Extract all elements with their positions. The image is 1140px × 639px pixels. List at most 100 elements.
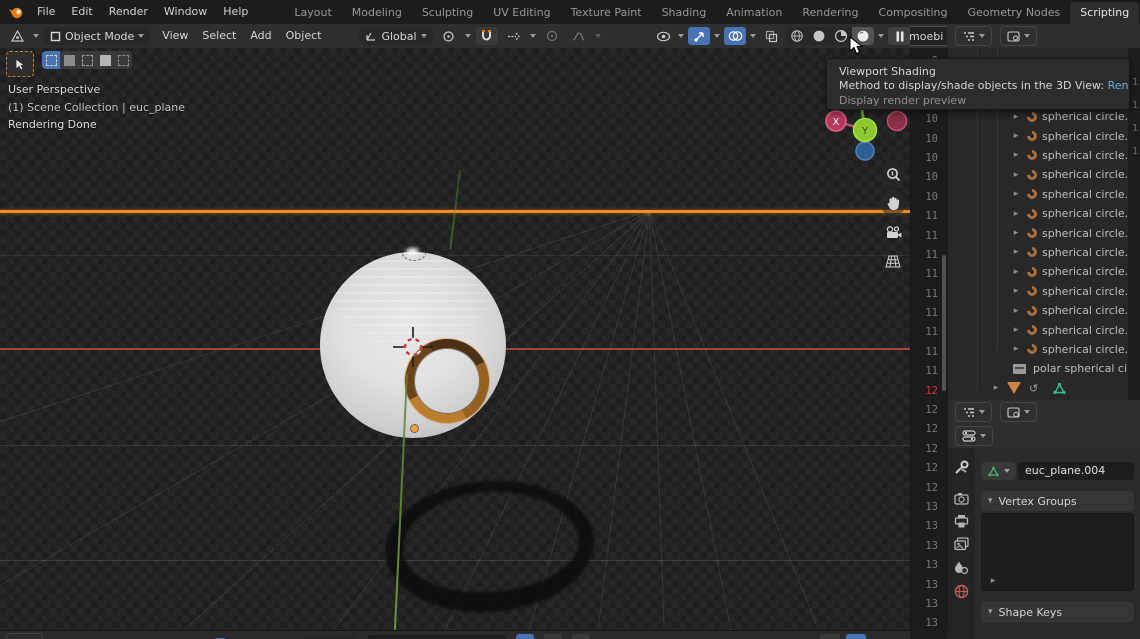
disclosure-arrow[interactable]: ▸ bbox=[1011, 189, 1021, 199]
chevron-down-icon[interactable] bbox=[714, 34, 720, 38]
object-visibility-button[interactable] bbox=[652, 27, 674, 45]
tab-uv-editing[interactable]: UV Editing bbox=[483, 2, 560, 24]
vertex-groups-list[interactable]: ▸ bbox=[981, 513, 1134, 591]
disclosure-arrow[interactable]: ▸ bbox=[1011, 306, 1021, 316]
bb-button-2[interactable] bbox=[572, 634, 590, 639]
toggle-xray-button[interactable] bbox=[760, 27, 782, 45]
tab-sculpting[interactable]: Sculpting bbox=[412, 2, 483, 24]
gizmo-z-neg-axis[interactable] bbox=[856, 142, 874, 160]
tab-output[interactable] bbox=[954, 514, 969, 528]
select-mode-intersect[interactable] bbox=[114, 51, 132, 69]
bb-blue-toggle[interactable] bbox=[516, 634, 534, 639]
outliner-row[interactable]: polar spherical circles bbox=[947, 359, 1140, 378]
outliner-row[interactable]: ▸spherical circle.02 bbox=[947, 243, 1140, 262]
show-overlays-toggle[interactable] bbox=[724, 27, 746, 45]
disclosure-arrow[interactable]: ▸ bbox=[1011, 286, 1021, 296]
perspective-toggle-button[interactable] bbox=[880, 248, 906, 274]
tab-view-layer[interactable] bbox=[954, 537, 969, 551]
outliner-row[interactable]: ▸spherical circle.02 bbox=[947, 126, 1140, 145]
bb-editor-type-button[interactable] bbox=[6, 633, 43, 639]
show-gizmo-toggle[interactable] bbox=[688, 27, 710, 45]
mode-selector[interactable]: Object Mode bbox=[44, 27, 150, 45]
menu-window[interactable]: Window bbox=[156, 0, 215, 24]
disclosure-arrow[interactable]: ▸ bbox=[1011, 228, 1021, 238]
proportional-edit-button[interactable] bbox=[541, 27, 563, 45]
display-mode-button[interactable] bbox=[1000, 402, 1037, 422]
transform-orientation-selector[interactable]: Global bbox=[359, 27, 432, 45]
material-field[interactable] bbox=[368, 635, 506, 639]
bb-pin-button[interactable] bbox=[820, 634, 840, 639]
text-editor-gutter[interactable]: 9101010101010101111111111111111111212121… bbox=[910, 48, 948, 630]
proportional-falloff-button[interactable] bbox=[568, 27, 590, 45]
shape-keys-section[interactable]: ▾ Shape Keys bbox=[981, 602, 1134, 622]
disclosure-arrow[interactable]: ▸ bbox=[991, 383, 1001, 393]
datablock-name-field[interactable]: euc_plane.004 bbox=[1018, 462, 1134, 480]
viewport-menu-select[interactable]: Select bbox=[195, 24, 243, 48]
chevron-down-icon[interactable] bbox=[33, 34, 39, 38]
pause-render-button[interactable] bbox=[888, 27, 912, 45]
disclosure-arrow[interactable]: ▸ bbox=[1011, 325, 1021, 335]
viewport-menu-object[interactable]: Object bbox=[279, 24, 329, 48]
disclosure-arrow[interactable]: ▸ bbox=[1011, 170, 1021, 180]
properties-editor-type-button[interactable] bbox=[955, 426, 993, 446]
bb-button-1[interactable] bbox=[544, 634, 562, 639]
snap-target-button[interactable] bbox=[503, 27, 525, 45]
snap-magnet-button[interactable] bbox=[476, 27, 498, 45]
outliner-row[interactable]: ▸spherical circle.02 bbox=[947, 165, 1140, 184]
outliner-row[interactable]: ▸spherical circle.02 bbox=[947, 146, 1140, 165]
shading-solid-button[interactable] bbox=[808, 27, 830, 45]
editor-type-button[interactable] bbox=[6, 27, 28, 45]
select-mode-extend[interactable] bbox=[60, 51, 78, 69]
disclosure-arrow[interactable]: ▸ bbox=[1011, 344, 1021, 354]
tab-shading[interactable]: Shading bbox=[652, 2, 717, 24]
tab-texture-paint[interactable]: Texture Paint bbox=[561, 2, 652, 24]
camera-view-button[interactable] bbox=[880, 219, 906, 245]
3d-viewport[interactable]: User Perspective (1) Scene Collection | … bbox=[0, 48, 910, 630]
tab-scene[interactable] bbox=[954, 560, 968, 575]
menu-render[interactable]: Render bbox=[101, 0, 156, 24]
tab-compositing[interactable]: Compositing bbox=[869, 2, 958, 24]
tab-scripting[interactable]: Scripting bbox=[1070, 2, 1139, 24]
move-view-button[interactable] bbox=[880, 190, 906, 216]
tab-render[interactable] bbox=[954, 492, 969, 505]
tab-rendering[interactable]: Rendering bbox=[792, 2, 868, 24]
list-expand-arrow[interactable]: ▸ bbox=[988, 576, 998, 586]
outliner-row[interactable]: ▸↺ bbox=[947, 379, 1140, 398]
disclosure-arrow[interactable]: ▸ bbox=[1011, 150, 1021, 160]
gizmo-x-neg-axis[interactable] bbox=[888, 112, 907, 131]
chevron-down-icon[interactable] bbox=[678, 34, 684, 38]
outliner-row[interactable]: ▸spherical circle.02 bbox=[947, 301, 1140, 320]
tab-modeling[interactable]: Modeling bbox=[342, 2, 412, 24]
outliner-editor-type-button[interactable] bbox=[955, 26, 992, 46]
editor-scrollbar[interactable] bbox=[942, 255, 946, 391]
outliner-row[interactable]: ▸spherical circle.02 bbox=[947, 223, 1140, 242]
active-tool-select-box[interactable] bbox=[6, 51, 34, 77]
select-mode-subtract[interactable] bbox=[78, 51, 96, 69]
pivot-point-button[interactable] bbox=[438, 27, 460, 45]
select-mode-invert[interactable] bbox=[96, 51, 114, 69]
slot-selector[interactable]: Slot 1 bbox=[305, 634, 359, 639]
viewport-menu-add[interactable]: Add bbox=[243, 24, 278, 48]
text-datablock-field[interactable]: moebi bbox=[910, 26, 947, 46]
viewport-menu-view[interactable]: View bbox=[155, 24, 195, 48]
chevron-down-icon[interactable] bbox=[595, 34, 601, 38]
tab-layout[interactable]: Layout bbox=[284, 2, 341, 24]
outliner-row[interactable]: ▸spherical circle.02 bbox=[947, 185, 1140, 204]
bb-active-toggle[interactable] bbox=[846, 634, 866, 639]
outliner-row[interactable]: ▸spherical circle.02 bbox=[947, 204, 1140, 223]
tab-world[interactable] bbox=[954, 584, 969, 599]
disclosure-arrow[interactable]: ▸ bbox=[1011, 131, 1021, 141]
chevron-down-icon[interactable] bbox=[530, 34, 536, 38]
outliner-row[interactable]: ▸spherical circle.03 bbox=[947, 340, 1140, 359]
editor-type-button-2[interactable] bbox=[955, 402, 992, 422]
tab-animation[interactable]: Animation bbox=[716, 2, 792, 24]
tab-geometry-nodes[interactable]: Geometry Nodes bbox=[957, 2, 1070, 24]
chevron-down-icon[interactable] bbox=[750, 34, 756, 38]
outliner-row[interactable]: ▸spherical circle.03 bbox=[947, 320, 1140, 339]
mesh-data-selector[interactable] bbox=[981, 462, 1016, 480]
chevron-down-icon[interactable] bbox=[465, 34, 471, 38]
outliner-row[interactable]: ▸spherical circle.02 bbox=[947, 282, 1140, 301]
menu-file[interactable]: File bbox=[29, 0, 63, 24]
menu-help[interactable]: Help bbox=[215, 0, 256, 24]
select-mode-set[interactable] bbox=[42, 51, 60, 69]
